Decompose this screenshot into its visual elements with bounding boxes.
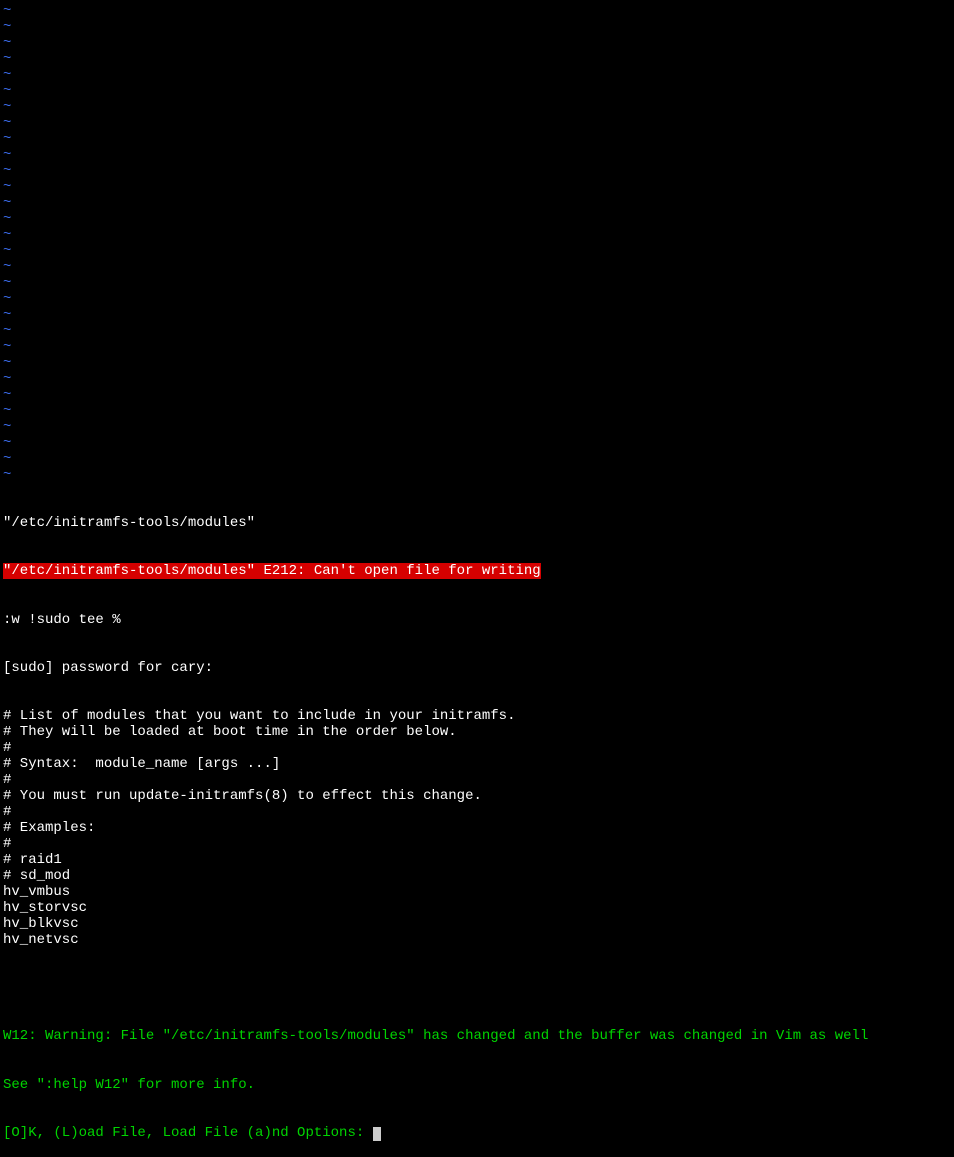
warning-line-1: W12: Warning: File "/etc/initramfs-tools… (3, 1028, 951, 1044)
file-content-line: # (3, 740, 951, 756)
empty-line-tilde: ~ (3, 451, 951, 467)
file-content-line: hv_netvsc (3, 932, 951, 948)
empty-line-tilde: ~ (3, 467, 951, 483)
empty-line-tilde: ~ (3, 115, 951, 131)
empty-line-tilde: ~ (3, 99, 951, 115)
empty-line-tilde: ~ (3, 131, 951, 147)
empty-line-tilde: ~ (3, 371, 951, 387)
prompt-line[interactable]: [O]K, (L)oad File, Load File (a)nd Optio… (3, 1125, 951, 1141)
command-line: :w !sudo tee % (3, 612, 951, 628)
vim-status-area: "/etc/initramfs-tools/modules" "/etc/ini… (3, 483, 951, 1157)
empty-line-tilde: ~ (3, 35, 951, 51)
empty-line-tilde: ~ (3, 307, 951, 323)
cursor (373, 1127, 381, 1141)
error-message-line: "/etc/initramfs-tools/modules" E212: Can… (3, 563, 951, 579)
empty-line-tilde: ~ (3, 387, 951, 403)
empty-line-tilde: ~ (3, 227, 951, 243)
empty-line-tilde: ~ (3, 355, 951, 371)
file-content-line: # List of modules that you want to inclu… (3, 708, 951, 724)
file-content-line: # raid1 (3, 852, 951, 868)
file-path-line: "/etc/initramfs-tools/modules" (3, 515, 951, 531)
file-content-line: # They will be loaded at boot time in th… (3, 724, 951, 740)
empty-line-tilde: ~ (3, 259, 951, 275)
file-content-line: # sd_mod (3, 868, 951, 884)
empty-line-tilde: ~ (3, 51, 951, 67)
empty-line-tilde: ~ (3, 147, 951, 163)
empty-line-tilde: ~ (3, 323, 951, 339)
empty-line-tilde: ~ (3, 163, 951, 179)
file-content-line: # (3, 772, 951, 788)
blank-line (3, 980, 951, 996)
sudo-prompt: [sudo] password for cary: (3, 660, 951, 676)
file-content-line: # You must run update-initramfs(8) to ef… (3, 788, 951, 804)
vim-empty-buffer: ~~~~~~~~~~~~~~~~~~~~~~~~~~~~~~ (3, 3, 951, 483)
empty-line-tilde: ~ (3, 275, 951, 291)
empty-line-tilde: ~ (3, 419, 951, 435)
file-content-line: hv_storvsc (3, 900, 951, 916)
empty-line-tilde: ~ (3, 19, 951, 35)
empty-line-tilde: ~ (3, 403, 951, 419)
file-content-line: # (3, 804, 951, 820)
empty-line-tilde: ~ (3, 67, 951, 83)
error-text: "/etc/initramfs-tools/modules" E212: Can… (3, 563, 541, 579)
empty-line-tilde: ~ (3, 195, 951, 211)
file-content-line: hv_vmbus (3, 884, 951, 900)
empty-line-tilde: ~ (3, 211, 951, 227)
file-contents: # List of modules that you want to inclu… (3, 708, 951, 948)
empty-line-tilde: ~ (3, 291, 951, 307)
empty-line-tilde: ~ (3, 339, 951, 355)
empty-line-tilde: ~ (3, 3, 951, 19)
file-content-line: hv_blkvsc (3, 916, 951, 932)
warning-line-2: See ":help W12" for more info. (3, 1077, 951, 1093)
prompt-text: [O]K, (L)oad File, Load File (a)nd Optio… (3, 1125, 373, 1141)
empty-line-tilde: ~ (3, 83, 951, 99)
empty-line-tilde: ~ (3, 243, 951, 259)
empty-line-tilde: ~ (3, 435, 951, 451)
file-content-line: # Syntax: module_name [args ...] (3, 756, 951, 772)
file-content-line: # Examples: (3, 820, 951, 836)
empty-line-tilde: ~ (3, 179, 951, 195)
file-content-line: # (3, 836, 951, 852)
